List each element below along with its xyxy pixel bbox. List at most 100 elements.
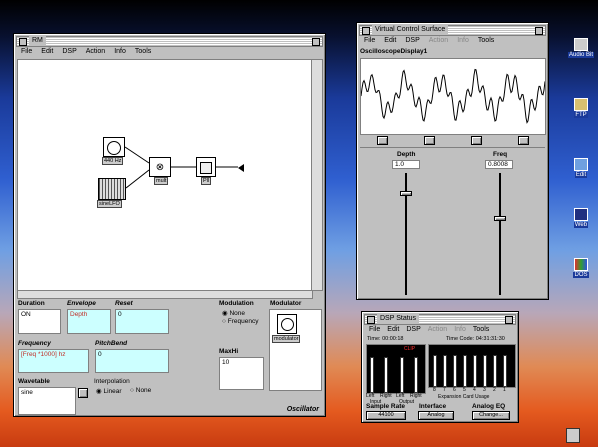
analog-eq-label: Analog EQ bbox=[472, 403, 506, 410]
freq-label: Freq bbox=[493, 151, 508, 158]
interface-select[interactable]: Analog bbox=[418, 411, 454, 420]
sample-rate-select[interactable]: 44100 bbox=[366, 411, 406, 420]
patch-canvas[interactable]: 440 Hz sineLFO ⊗ mult Pll bbox=[17, 59, 312, 291]
close-icon[interactable] bbox=[367, 316, 375, 324]
menu-file[interactable]: File bbox=[21, 47, 32, 57]
expansion-meter-2 bbox=[493, 355, 497, 387]
dsp-status-window: DSP Status File Edit DSP Action Info Too… bbox=[361, 311, 519, 423]
rm-menubar: File Edit DSP Action Info Tools bbox=[17, 47, 322, 57]
clock-icon bbox=[280, 318, 294, 331]
input-left-meter bbox=[370, 357, 374, 393]
wavetable-browse-button[interactable] bbox=[78, 388, 88, 398]
menu-info[interactable]: Info bbox=[457, 36, 469, 46]
menu-edit[interactable]: Edit bbox=[384, 36, 396, 46]
interp-none-radio[interactable]: ○ None bbox=[130, 387, 151, 394]
envelope-field[interactable]: Depth bbox=[67, 309, 111, 334]
dsp-menubar: File Edit DSP Action Info Tools bbox=[365, 325, 515, 335]
horizontal-scrollbar[interactable] bbox=[17, 290, 313, 299]
menu-file[interactable]: File bbox=[364, 36, 375, 46]
pitchbend-field[interactable]: 0 bbox=[95, 349, 169, 373]
expansion-number: 5 bbox=[463, 387, 466, 393]
menu-edit[interactable]: Edit bbox=[41, 47, 53, 57]
vertical-scrollbar[interactable] bbox=[311, 59, 323, 291]
expansion-meter-7 bbox=[443, 355, 447, 387]
timecode-readout: Time Code: 04:31:31:30 bbox=[446, 336, 505, 342]
depth-value-field[interactable]: 1.0 bbox=[392, 160, 420, 169]
menu-edit[interactable]: Edit bbox=[387, 325, 399, 335]
globe-icon bbox=[574, 208, 588, 221]
modulator-node-label: modulator bbox=[272, 335, 301, 343]
io-meters: CLIP bbox=[366, 344, 426, 394]
vcs-window: Virtual Control Surface File Edit DSP Ac… bbox=[356, 22, 549, 300]
vcs-titlebar[interactable]: Virtual Control Surface bbox=[359, 25, 546, 36]
rm-titlebar[interactable]: RM bbox=[16, 36, 323, 47]
reset-label: Reset bbox=[115, 300, 133, 307]
frequency-field[interactable]: [Freq *1000] hz bbox=[18, 349, 89, 373]
menu-tools[interactable]: Tools bbox=[478, 36, 494, 46]
depth-max-button[interactable] bbox=[424, 136, 435, 145]
menu-info[interactable]: Info bbox=[454, 325, 466, 335]
expansion-number: 2 bbox=[493, 387, 496, 393]
freq-max-button[interactable] bbox=[518, 136, 529, 145]
sample-rate-label: Sample Rate bbox=[366, 403, 406, 410]
menu-tools[interactable]: Tools bbox=[473, 325, 489, 335]
wavetable-field[interactable]: sine bbox=[18, 387, 76, 415]
envelope-label: Envelope bbox=[67, 300, 96, 307]
menu-file[interactable]: File bbox=[369, 325, 380, 335]
zoom-icon[interactable] bbox=[505, 316, 513, 324]
freq-slider-thumb[interactable] bbox=[494, 216, 506, 222]
zoom-icon[interactable] bbox=[535, 27, 543, 35]
desktop-icon-dos[interactable]: DOS bbox=[566, 258, 596, 278]
trash-icon[interactable] bbox=[566, 428, 580, 443]
reset-field[interactable]: 0 bbox=[115, 309, 169, 334]
output-left-meter bbox=[400, 357, 404, 393]
mod-frequency-radio[interactable]: ○ Frequency bbox=[222, 318, 258, 325]
menu-dsp[interactable]: DSP bbox=[406, 325, 420, 335]
frequency-label: Frequency bbox=[18, 340, 51, 347]
dsp-titlebar[interactable]: DSP Status bbox=[364, 314, 516, 325]
expansion-meter-8 bbox=[433, 355, 437, 387]
modulator-box[interactable]: modulator bbox=[269, 309, 322, 391]
mod-none-radio[interactable]: ◉ None bbox=[222, 309, 245, 317]
desktop-icon-ftp[interactable]: FTP bbox=[566, 98, 596, 118]
desktop-icon-label: Web bbox=[573, 222, 589, 228]
modulator-node[interactable] bbox=[277, 314, 297, 334]
radio-empty-icon: ○ bbox=[130, 387, 134, 394]
expansion-meter-4 bbox=[473, 355, 477, 387]
divider bbox=[360, 147, 545, 148]
interpolation-label: Interpolation bbox=[94, 378, 130, 385]
menu-info[interactable]: Info bbox=[114, 47, 126, 57]
output-right-meter bbox=[414, 357, 418, 393]
expansion-number: 4 bbox=[473, 387, 476, 393]
analog-eq-change-button[interactable]: Change... bbox=[472, 411, 510, 420]
desktop-icon-web[interactable]: Web bbox=[566, 208, 596, 228]
depth-slider-thumb[interactable] bbox=[400, 191, 412, 196]
dos-icon bbox=[574, 258, 588, 271]
expansion-meter-6 bbox=[453, 355, 457, 387]
menu-dsp[interactable]: DSP bbox=[62, 47, 76, 57]
freq-min-button[interactable] bbox=[471, 136, 482, 145]
document-icon bbox=[574, 158, 588, 171]
depth-min-button[interactable] bbox=[377, 136, 388, 145]
radio-selected-icon: ◉ bbox=[96, 388, 102, 395]
window-title: Virtual Control Surface bbox=[372, 25, 449, 35]
close-icon[interactable] bbox=[19, 38, 27, 46]
menu-dsp[interactable]: DSP bbox=[405, 36, 419, 46]
menu-action[interactable]: Action bbox=[428, 325, 447, 335]
duration-field[interactable]: ON bbox=[18, 309, 61, 334]
depth-label: Depth bbox=[397, 151, 416, 158]
maxhi-field[interactable]: 10 bbox=[219, 357, 264, 390]
time-readout: Time: 00:00:18 bbox=[367, 336, 404, 342]
menu-action[interactable]: Action bbox=[429, 36, 448, 46]
menu-tools[interactable]: Tools bbox=[135, 47, 151, 57]
radio-empty-icon: ○ bbox=[222, 318, 226, 325]
desktop-icon-edit[interactable]: Edit bbox=[566, 158, 596, 178]
desktop-icon-audio[interactable]: Audio Bit bbox=[566, 38, 596, 58]
zoom-icon[interactable] bbox=[312, 38, 320, 46]
menu-action[interactable]: Action bbox=[86, 47, 105, 57]
close-icon[interactable] bbox=[362, 27, 370, 35]
freq-value-field[interactable]: 0.8008 bbox=[485, 160, 513, 169]
oscilloscope-waveform bbox=[361, 68, 545, 124]
freq-slider-track[interactable] bbox=[499, 173, 501, 295]
interp-linear-radio[interactable]: ◉ Linear bbox=[96, 387, 122, 395]
